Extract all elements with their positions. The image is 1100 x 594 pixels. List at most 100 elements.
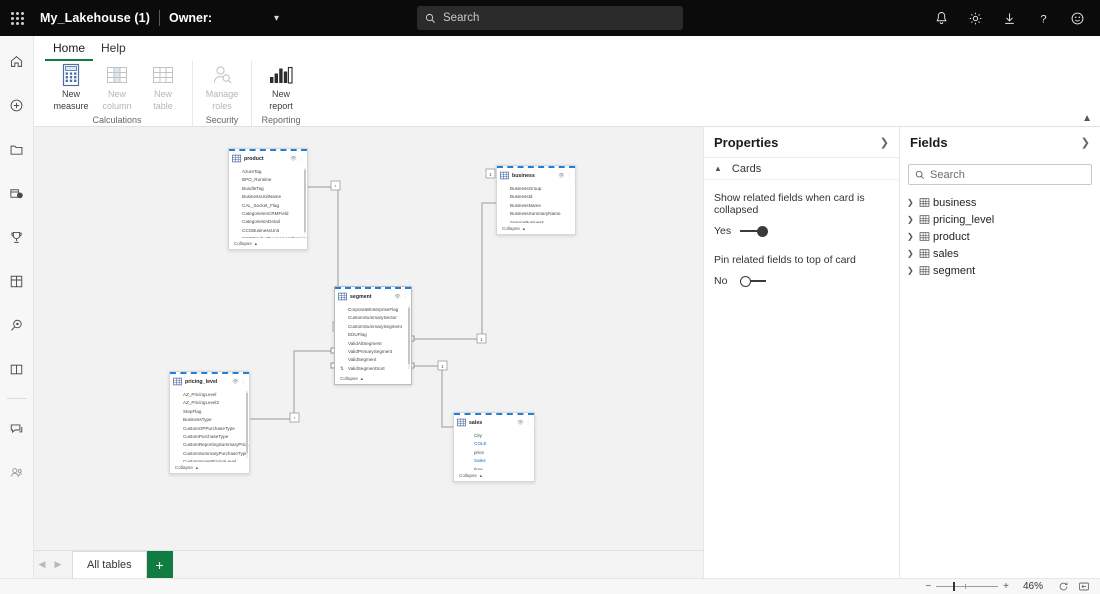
people-icon[interactable]: [0, 455, 34, 489]
hide-icon[interactable]: 👁: [232, 379, 238, 385]
field-item[interactable]: CustomSummaryPurchaseType: [170, 450, 249, 458]
field-item[interactable]: BusinessUnitName: [229, 193, 307, 201]
card-collapse-button[interactable]: Collapse ▲: [170, 462, 249, 473]
card-scrollbar-thumb[interactable]: [245, 393, 248, 453]
create-icon[interactable]: [0, 88, 34, 122]
table-card-segment[interactable]: segment 👁 ⋮ CorporateEnterpriseFlag Cust…: [334, 286, 412, 385]
field-table-business[interactable]: ❯ business: [900, 194, 1100, 211]
field-item[interactable]: CustomReportingSummaryPric...: [170, 441, 249, 449]
tab-home[interactable]: Home: [45, 41, 94, 61]
card-collapse-button[interactable]: Collapse ▲: [229, 238, 307, 249]
model-diagram-canvas[interactable]: * * 1 1 * 1 product 👁 ⋮: [34, 127, 703, 550]
chevron-up-icon[interactable]: ▲: [1082, 113, 1092, 124]
field-item[interactable]: CCGBusinessUnit: [229, 227, 307, 235]
field-item[interactable]: BusinessType: [170, 416, 249, 424]
pin-related-fields-toggle[interactable]: [740, 275, 768, 287]
table-card-product[interactable]: product 👁 ⋮ AzureTag BPO_Runtime BundleT…: [228, 148, 308, 250]
field-table-segment[interactable]: ❯ segment: [900, 262, 1100, 279]
more-options-icon[interactable]: ⋮: [567, 173, 572, 179]
card-scrollbar-thumb[interactable]: [303, 170, 306, 232]
chevron-right-icon[interactable]: ❯: [907, 215, 919, 224]
fit-to-screen-icon[interactable]: [1078, 581, 1090, 592]
field-item[interactable]: Sales: [461, 457, 534, 465]
field-item[interactable]: StepFlag: [170, 408, 249, 416]
feedback-icon[interactable]: [1060, 0, 1094, 36]
card-collapse-button[interactable]: Collapse ▲: [454, 470, 534, 481]
chevron-left-icon[interactable]: ◀: [34, 559, 50, 570]
field-item[interactable]: CorporateEnterpriseFlag: [335, 306, 411, 314]
table-card-business[interactable]: business 👁 ⋮ BusinessGroup BusinessId Bu…: [496, 165, 576, 235]
card-header[interactable]: business 👁 ⋮: [497, 169, 575, 182]
hide-icon[interactable]: 👁: [290, 156, 296, 162]
chevron-right-icon[interactable]: ❯: [907, 266, 919, 275]
field-item[interactable]: BundleTag: [229, 185, 307, 193]
card-header[interactable]: product 👁 ⋮: [229, 152, 307, 165]
field-item[interactable]: ValidAltSegment: [335, 340, 411, 348]
field-item[interactable]: CAL_Socket_Flag: [229, 202, 307, 210]
field-table-pricing-level[interactable]: ❯ pricing_level: [900, 211, 1100, 228]
notifications-icon[interactable]: [924, 0, 958, 36]
zoom-slider[interactable]: [936, 582, 999, 591]
more-options-icon[interactable]: ⋮: [526, 420, 531, 426]
card-header[interactable]: sales 👁 ⋮: [454, 416, 534, 429]
field-item[interactable]: CustomSummarySegment: [335, 323, 411, 331]
manage-roles-button[interactable]: Manage roles: [199, 61, 245, 111]
field-item[interactable]: EDUFlag: [335, 331, 411, 339]
card-collapse-button[interactable]: Collapse ▲: [497, 223, 575, 234]
trophy-icon[interactable]: [0, 220, 34, 254]
hide-icon[interactable]: 👁: [517, 420, 523, 426]
cards-section-header[interactable]: ▲ Cards: [704, 158, 899, 180]
chevron-right-icon[interactable]: ❯: [907, 249, 919, 258]
global-search-box[interactable]: [417, 6, 683, 30]
field-item[interactable]: CategoriesInCRMField: [229, 210, 307, 218]
field-item[interactable]: City: [461, 432, 534, 440]
field-item[interactable]: ⇅ ValidSegmentSort: [335, 365, 411, 373]
field-item[interactable]: AZ_PricingLevel2: [170, 399, 249, 407]
field-item[interactable]: AzureTag: [229, 168, 307, 176]
download-icon[interactable]: [992, 0, 1026, 36]
chevron-right-icon[interactable]: ❯: [907, 232, 919, 241]
new-table-button[interactable]: New table: [140, 61, 186, 111]
field-item[interactable]: BusinessGroup: [497, 185, 575, 193]
field-item[interactable]: time: [461, 466, 534, 470]
chevron-right-icon[interactable]: ❯: [907, 198, 919, 207]
card-collapse-button[interactable]: Collapse ▲: [335, 373, 411, 384]
field-table-sales[interactable]: ❯ sales: [900, 245, 1100, 262]
field-item[interactable]: CCGProductDevicesAndServices: [229, 235, 307, 238]
help-icon[interactable]: ?: [1026, 0, 1060, 36]
add-page-button[interactable]: +: [146, 550, 173, 579]
zoom-in-button[interactable]: +: [998, 581, 1014, 592]
zoom-slider-thumb[interactable]: [953, 582, 956, 591]
field-table-product[interactable]: ❯ product: [900, 228, 1100, 245]
field-item[interactable]: BusinessId: [497, 193, 575, 201]
hide-icon[interactable]: 👁: [394, 294, 400, 300]
field-item[interactable]: price: [461, 449, 534, 457]
browse-icon[interactable]: [0, 132, 34, 166]
more-options-icon[interactable]: ⋮: [403, 294, 408, 300]
chat-icon[interactable]: [0, 411, 34, 445]
table-card-pricing-level[interactable]: pricing_level 👁 ⋮ AZ_PricingLevel AZ_Pri…: [169, 371, 250, 474]
field-item[interactable]: BPO_Runtime: [229, 176, 307, 184]
field-item[interactable]: CustomSuperPricingLevel: [170, 458, 249, 462]
home-icon[interactable]: [0, 44, 34, 78]
new-measure-button[interactable]: New measure: [48, 61, 94, 111]
table-card-sales[interactable]: sales 👁 ⋮ City COLE price Sales time Col…: [453, 412, 535, 482]
field-item[interactable]: CustomOPPurchaseType: [170, 425, 249, 433]
waffle-icon[interactable]: [0, 0, 34, 36]
hide-icon[interactable]: 👁: [558, 173, 564, 179]
field-item[interactable]: CustomPurchaseType: [170, 433, 249, 441]
fields-search-input[interactable]: [930, 168, 1080, 181]
zoom-out-button[interactable]: −: [920, 581, 936, 592]
chevron-down-icon[interactable]: ▾: [274, 13, 279, 24]
more-options-icon[interactable]: ⋮: [241, 379, 246, 385]
more-options-icon[interactable]: ⋮: [299, 156, 304, 162]
field-item[interactable]: AZ_PricingLevel: [170, 391, 249, 399]
onelake-icon[interactable]: [0, 176, 34, 210]
apps-icon[interactable]: [0, 264, 34, 298]
new-column-button[interactable]: New column: [94, 61, 140, 111]
show-related-fields-toggle[interactable]: [740, 225, 768, 237]
field-item[interactable]: BusinessSummaryName: [497, 210, 575, 218]
field-item[interactable]: CategoriesInDetail: [229, 218, 307, 226]
global-search-input[interactable]: [443, 12, 653, 24]
card-header[interactable]: pricing_level 👁 ⋮: [170, 375, 249, 388]
